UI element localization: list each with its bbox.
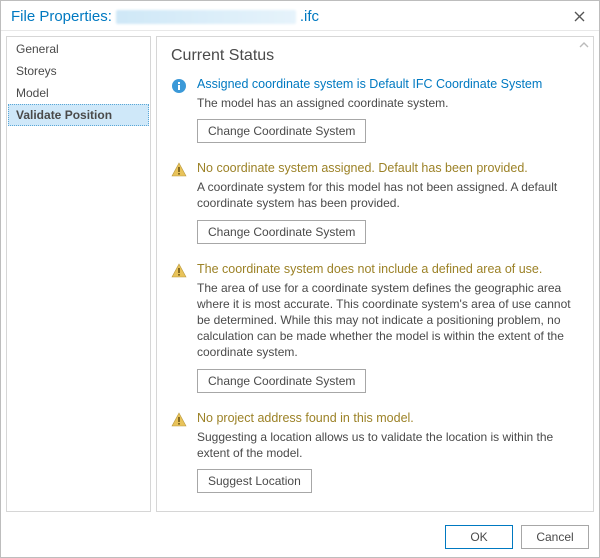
status-description: The model has an assigned coordinate sys…	[197, 95, 579, 111]
change-coordinate-system-button[interactable]: Change Coordinate System	[197, 220, 366, 244]
sidebar-item-model[interactable]: Model	[8, 82, 149, 104]
info-icon	[171, 78, 187, 94]
sidebar-item-storeys[interactable]: Storeys	[8, 60, 149, 82]
status-title: No coordinate system assigned. Default h…	[197, 161, 579, 175]
filename-redacted	[116, 10, 296, 24]
status-title: The coordinate system does not include a…	[197, 262, 579, 276]
sidebar: General Storeys Model Validate Position	[6, 36, 151, 512]
status-body: No coordinate system assigned. Default h…	[197, 161, 579, 243]
content-panel: Current Status Assigned coordinate syste…	[156, 36, 594, 512]
ok-button[interactable]: OK	[445, 525, 513, 549]
suggest-location-button[interactable]: Suggest Location	[197, 469, 312, 493]
chevron-up-icon	[579, 41, 589, 49]
warning-icon	[171, 263, 187, 279]
sidebar-item-validate-position[interactable]: Validate Position	[8, 104, 149, 126]
dialog-footer: OK Cancel	[1, 517, 599, 557]
status-description: A coordinate system for this model has n…	[197, 179, 579, 211]
status-title: Assigned coordinate system is Default IF…	[197, 77, 579, 91]
sidebar-item-label: Storeys	[16, 64, 57, 78]
sidebar-item-general[interactable]: General	[8, 38, 149, 60]
cancel-button[interactable]: Cancel	[521, 525, 589, 549]
status-description: The area of use for a coordinate system …	[197, 280, 579, 361]
dialog-body: General Storeys Model Validate Position …	[1, 31, 599, 517]
status-body: No project address found in this model. …	[197, 411, 579, 493]
sidebar-item-label: Model	[16, 86, 49, 100]
change-coordinate-system-button[interactable]: Change Coordinate System	[197, 119, 366, 143]
status-item-no-cs-assigned: No coordinate system assigned. Default h…	[171, 161, 579, 243]
close-icon	[574, 11, 585, 22]
status-body: Assigned coordinate system is Default IF…	[197, 77, 579, 143]
sidebar-item-label: General	[16, 42, 59, 56]
status-item-no-area-of-use: The coordinate system does not include a…	[171, 262, 579, 393]
status-item-assigned-cs: Assigned coordinate system is Default IF…	[171, 77, 579, 143]
close-button[interactable]	[569, 7, 589, 27]
window-title-prefix: File Properties:	[11, 8, 112, 25]
content-heading: Current Status	[171, 47, 579, 65]
change-coordinate-system-button[interactable]: Change Coordinate System	[197, 369, 366, 393]
sidebar-item-label: Validate Position	[16, 108, 112, 122]
warning-icon	[171, 162, 187, 178]
file-extension: .ifc	[300, 8, 319, 25]
titlebar: File Properties: .ifc	[1, 1, 599, 31]
warning-icon	[171, 412, 187, 428]
status-body: The coordinate system does not include a…	[197, 262, 579, 393]
status-item-no-project-address: No project address found in this model. …	[171, 411, 579, 493]
status-description: Suggesting a location allows us to valid…	[197, 429, 579, 461]
scroll-indicator	[579, 41, 589, 49]
status-title: No project address found in this model.	[197, 411, 579, 425]
